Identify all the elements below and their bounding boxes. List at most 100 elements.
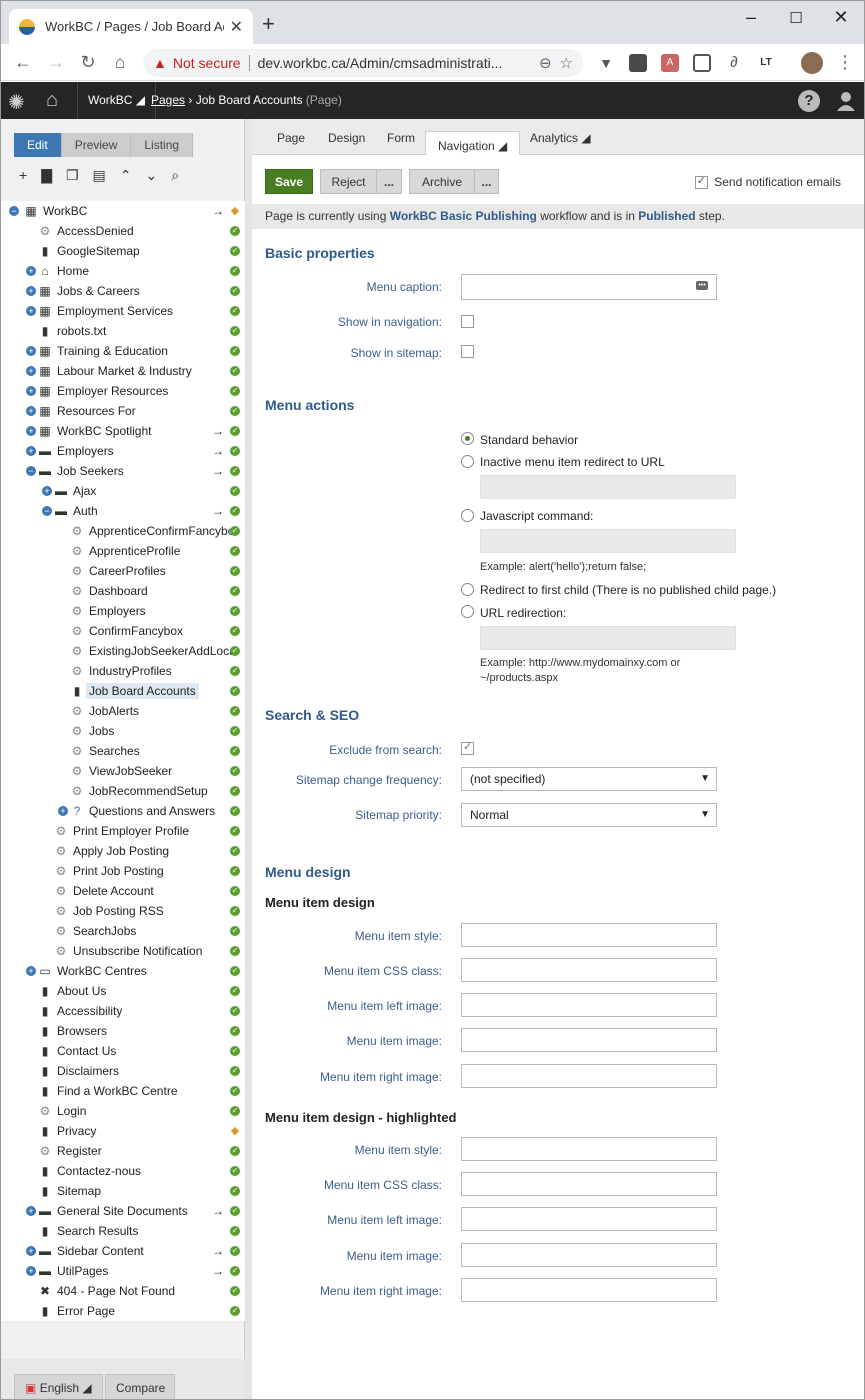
tree-node[interactable]: + ▦ Resources For ✓ bbox=[1, 401, 245, 421]
panel-splitter[interactable] bbox=[245, 119, 252, 1399]
tree-node[interactable]: + ▦ Labour Market & Industry ✓ bbox=[1, 361, 245, 381]
show-in-navigation-checkbox[interactable] bbox=[461, 315, 474, 328]
tree-node[interactable]: − ▬ Job Seekers → ✓ bbox=[1, 461, 245, 481]
tree-node[interactable]: ⚙ CareerProfiles ✓ bbox=[1, 561, 245, 581]
expand-icon[interactable]: + bbox=[26, 426, 36, 436]
expand-icon[interactable]: + bbox=[26, 286, 36, 296]
move-up-icon[interactable]: ⌃ bbox=[120, 167, 132, 184]
javascript-command-input[interactable] bbox=[480, 529, 736, 553]
tree-node[interactable]: ▮ Search Results ✓ bbox=[1, 1221, 245, 1241]
expand-icon[interactable]: + bbox=[26, 1246, 36, 1256]
hl-menu-item-css-class-input[interactable] bbox=[461, 1172, 717, 1196]
tab-navigation[interactable]: Navigation ◢ bbox=[425, 131, 521, 155]
tree-node[interactable]: ▮ Contactez-nous ✓ bbox=[1, 1161, 245, 1181]
tree-node[interactable]: ⚙ AccessDenied ✓ bbox=[1, 221, 245, 241]
help-icon[interactable]: ? bbox=[798, 90, 820, 112]
hl-menu-item-left-image-input[interactable] bbox=[461, 1207, 717, 1231]
tree-node[interactable]: ▮ Privacy ◆ bbox=[1, 1121, 245, 1141]
home-icon[interactable]: ⌂ bbox=[46, 89, 58, 112]
inactive-redirect-radio[interactable] bbox=[461, 455, 474, 468]
tree-node[interactable]: + ▬ Employers → ✓ bbox=[1, 441, 245, 461]
extension-pdf-icon[interactable]: A bbox=[661, 54, 679, 72]
hl-menu-item-right-image-input[interactable] bbox=[461, 1278, 717, 1302]
tree-node[interactable]: ⚙ Register ✓ bbox=[1, 1141, 245, 1161]
inactive-redirect-url-input[interactable] bbox=[480, 475, 736, 499]
menu-item-style-input[interactable] bbox=[461, 923, 717, 947]
tree-node[interactable]: + ▦ Employment Services ✓ bbox=[1, 301, 245, 321]
tree-node[interactable]: ⚙ Apply Job Posting ✓ bbox=[1, 841, 245, 861]
site-selector[interactable]: WorkBC ◢ bbox=[77, 82, 157, 119]
menu-caption-input[interactable]: ••• bbox=[461, 274, 717, 300]
expand-icon[interactable]: + bbox=[26, 366, 36, 376]
tree-node[interactable]: ⚙ Delete Account ✓ bbox=[1, 881, 245, 901]
home-icon[interactable]: ⌂ bbox=[109, 51, 131, 73]
add-icon[interactable]: + bbox=[19, 167, 27, 184]
url-redirection-input[interactable] bbox=[480, 626, 736, 650]
javascript-command-radio[interactable] bbox=[461, 509, 474, 522]
send-notification-checkbox[interactable] bbox=[694, 174, 708, 189]
forward-icon[interactable]: → bbox=[45, 51, 67, 73]
tab-design[interactable]: Design bbox=[328, 131, 365, 145]
tree-node[interactable]: − ▦ WorkBC → ◆ bbox=[1, 201, 245, 221]
expand-icon[interactable]: + bbox=[26, 446, 36, 456]
tree-node[interactable]: + ⌂ Home ✓ bbox=[1, 261, 245, 281]
tree-node[interactable]: ▮ Error Page ✓ bbox=[1, 1301, 245, 1321]
mode-preview[interactable]: Preview bbox=[61, 133, 132, 157]
tree-node[interactable]: ⚙ Jobs ✓ bbox=[1, 721, 245, 741]
reject-button[interactable]: Reject bbox=[320, 169, 377, 194]
sitemap-priority-select[interactable]: Normal ▼ bbox=[461, 803, 717, 827]
minimize-icon[interactable]: – bbox=[741, 7, 761, 28]
kentico-logo-icon[interactable]: ✺ bbox=[8, 90, 25, 115]
tree-node[interactable]: +? Questions and Answers ✓ bbox=[1, 801, 245, 821]
expand-icon[interactable]: + bbox=[26, 1266, 36, 1276]
menu-item-left-image-input[interactable] bbox=[461, 993, 717, 1017]
move-down-icon[interactable]: ⌄ bbox=[146, 167, 158, 184]
mode-listing[interactable]: Listing bbox=[131, 133, 194, 157]
tree-node[interactable]: ⚙ Unsubscribe Notification ✓ bbox=[1, 941, 245, 961]
tree-node[interactable]: + ▬ General Site Documents → ✓ bbox=[1, 1201, 245, 1221]
expand-icon[interactable]: + bbox=[26, 406, 36, 416]
tree-node[interactable]: ⚙ SearchJobs ✓ bbox=[1, 921, 245, 941]
menu-item-image-input[interactable] bbox=[461, 1028, 717, 1052]
extension-lt-icon[interactable]: LT bbox=[757, 54, 775, 72]
tree-node[interactable]: ▮ About Us ✓ bbox=[1, 981, 245, 1001]
tree-node[interactable]: ▮ GoogleSitemap ✓ bbox=[1, 241, 245, 261]
user-icon[interactable] bbox=[836, 91, 856, 111]
hl-menu-item-style-input[interactable] bbox=[461, 1137, 717, 1161]
search-icon[interactable]: ⌕ bbox=[171, 167, 179, 184]
tree-node[interactable]: + ▬ UtilPages → ✓ bbox=[1, 1261, 245, 1281]
sitemap-change-frequency-select[interactable]: (not specified) ▼ bbox=[461, 767, 717, 791]
tree-node[interactable]: ▮ Sitemap ✓ bbox=[1, 1181, 245, 1201]
tree-node[interactable]: ▮ Accessibility ✓ bbox=[1, 1001, 245, 1021]
tree-node[interactable]: + ▦ WorkBC Spotlight → ✓ bbox=[1, 421, 245, 441]
new-tab-icon[interactable]: + bbox=[262, 13, 275, 35]
tree-node[interactable]: ⚙ JobRecommendSetup ✓ bbox=[1, 781, 245, 801]
tree-node[interactable]: ⚙ ApprenticeConfirmFancybc ✓ bbox=[1, 521, 245, 541]
zoom-icon[interactable]: ⊖ bbox=[539, 54, 552, 72]
collapse-icon[interactable]: − bbox=[42, 506, 52, 516]
tree-node[interactable]: ⚙ Dashboard ✓ bbox=[1, 581, 245, 601]
tree-node[interactable]: ⚙ IndustryProfiles ✓ bbox=[1, 661, 245, 681]
archive-more-button[interactable]: ... bbox=[474, 169, 499, 194]
reject-more-button[interactable]: ... bbox=[376, 169, 402, 194]
expand-icon[interactable]: + bbox=[26, 306, 36, 316]
browser-tab[interactable]: WorkBC / Pages / Job Board Acc ✕ bbox=[9, 9, 253, 44]
move-icon[interactable]: ▤ bbox=[93, 167, 106, 184]
reload-icon[interactable]: ↻ bbox=[77, 51, 99, 73]
extension-dots-icon[interactable] bbox=[629, 54, 647, 72]
tree-node[interactable]: ▮ Disclaimers ✓ bbox=[1, 1061, 245, 1081]
exclude-from-search-checkbox[interactable] bbox=[461, 740, 474, 755]
tree-node[interactable]: ✖ 404 - Page Not Found ✓ bbox=[1, 1281, 245, 1301]
collapse-icon[interactable]: − bbox=[9, 206, 19, 216]
tree-node[interactable]: ▮ Find a WorkBC Centre ✓ bbox=[1, 1081, 245, 1101]
archive-button[interactable]: Archive bbox=[409, 169, 475, 194]
maximize-icon[interactable]: ☐ bbox=[786, 9, 806, 27]
tree-node[interactable]: + ▦ Jobs & Careers ✓ bbox=[1, 281, 245, 301]
close-window-icon[interactable]: ✕ bbox=[831, 7, 851, 28]
tree-node[interactable]: ⚙ JobAlerts ✓ bbox=[1, 701, 245, 721]
menu-item-css-class-input[interactable] bbox=[461, 958, 717, 982]
breadcrumb-pages-link[interactable]: Pages bbox=[151, 93, 185, 107]
tree-node[interactable]: + ▬ Ajax ✓ bbox=[1, 481, 245, 501]
profile-avatar[interactable] bbox=[801, 52, 823, 74]
tab-analytics[interactable]: Analytics ◢ bbox=[530, 131, 591, 145]
